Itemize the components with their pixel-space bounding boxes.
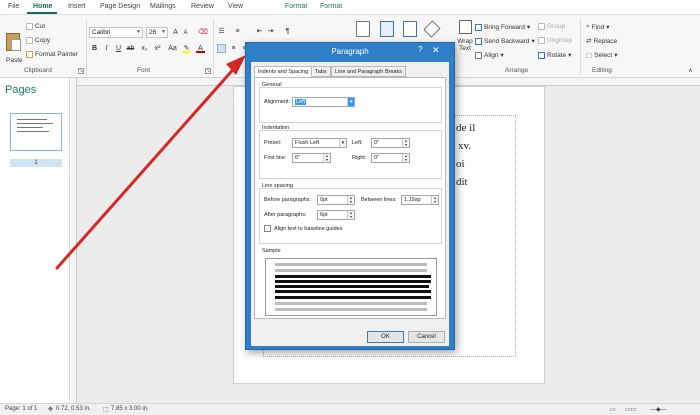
after-paragraphs-label: After paragraphs: (264, 212, 307, 218)
object-size-icon: ⬚ (103, 407, 109, 413)
sample-line (275, 302, 427, 305)
status-bar: Page: 1 of 1 ✥ 0.72, 0.53 in. ⬚ 7.85 x 3… (0, 403, 700, 415)
left-indent-label: Left: (352, 140, 363, 146)
tab-tabs[interactable]: Tabs (311, 66, 331, 77)
right-indent-label: Right: (352, 155, 367, 161)
zoom-slider[interactable]: —◆— (650, 406, 667, 413)
chevron-down-icon: ▼ (339, 139, 346, 147)
sample-line (275, 269, 427, 272)
left-indent-input[interactable]: 0" ▲ ▼ (371, 138, 410, 148)
spinner-arrows-icon[interactable]: ▲ ▼ (323, 154, 330, 162)
preset-label: Preset: (264, 140, 282, 146)
sample-line (275, 290, 431, 293)
cursor-position-status: 0.72, 0.53 in. (56, 406, 91, 412)
sample-line (275, 263, 427, 266)
tab-line-and-paragraph-breaks[interactable]: Line and Paragraph Breaks (331, 66, 406, 77)
align-baseline-checkbox[interactable] (264, 225, 271, 232)
spinner-arrows-icon[interactable]: ▲ ▼ (347, 211, 354, 219)
sample-line (275, 280, 431, 283)
alignment-select[interactable]: Left ▼ (292, 97, 355, 107)
dialog-body: Indents and Spacing Tabs Line and Paragr… (251, 62, 449, 346)
object-size-status: 7.85 x 3.00 in. (111, 406, 149, 412)
paragraph-dialog: Paragraph ? ✕ Indents and Spacing Tabs L… (245, 42, 455, 350)
sample-line (275, 296, 431, 299)
align-baseline-label: Align text to baseline guides (274, 226, 343, 232)
after-paragraphs-input[interactable]: 6pt ▲ ▼ (317, 210, 355, 220)
sample-label: Sample (262, 248, 281, 254)
ok-button[interactable]: OK (367, 331, 404, 343)
preset-select[interactable]: Flush Left ▼ (292, 138, 347, 148)
spinner-arrows-icon[interactable]: ▲ ▼ (402, 139, 409, 147)
alignment-label: Alignment: (264, 99, 290, 105)
before-paragraphs-label: Before paragraphs: (264, 197, 312, 203)
spinner-arrows-icon[interactable]: ▲ ▼ (431, 196, 438, 204)
sample-preview (265, 258, 437, 316)
two-page-view-icon[interactable]: ▭▭ (625, 406, 636, 413)
before-paragraphs-input[interactable]: 0pt ▲ ▼ (317, 195, 355, 205)
between-lines-input[interactable]: 1.19sp ▲ ▼ (401, 195, 439, 205)
spinner-arrows-icon[interactable]: ▲ ▼ (347, 196, 354, 204)
chevron-down-icon: ▼ (347, 98, 354, 106)
single-page-view-icon[interactable]: ▭ (610, 406, 616, 413)
close-icon[interactable]: ✕ (432, 45, 440, 56)
cursor-position-icon: ✥ (48, 407, 54, 413)
page-count-status[interactable]: Page: 1 of 1 (5, 406, 37, 412)
between-lines-label: Between lines: (361, 197, 397, 203)
right-indent-input[interactable]: 0" ▲ ▼ (371, 153, 410, 163)
sample-line (275, 275, 431, 278)
dialog-title: Paragraph (331, 47, 369, 56)
sample-line (275, 285, 429, 288)
tab-panel: General Alignment: Left ▼ Indentation Pre… (254, 77, 446, 319)
sample-line (275, 308, 427, 311)
spinner-arrows-icon[interactable]: ▲ ▼ (402, 154, 409, 162)
first-line-input[interactable]: 0" ▲ ▼ (292, 153, 331, 163)
indentation-section (259, 130, 442, 179)
cancel-button[interactable]: Cancel (408, 331, 445, 343)
help-icon[interactable]: ? (418, 45, 422, 54)
first-line-label: First line: (264, 155, 287, 161)
